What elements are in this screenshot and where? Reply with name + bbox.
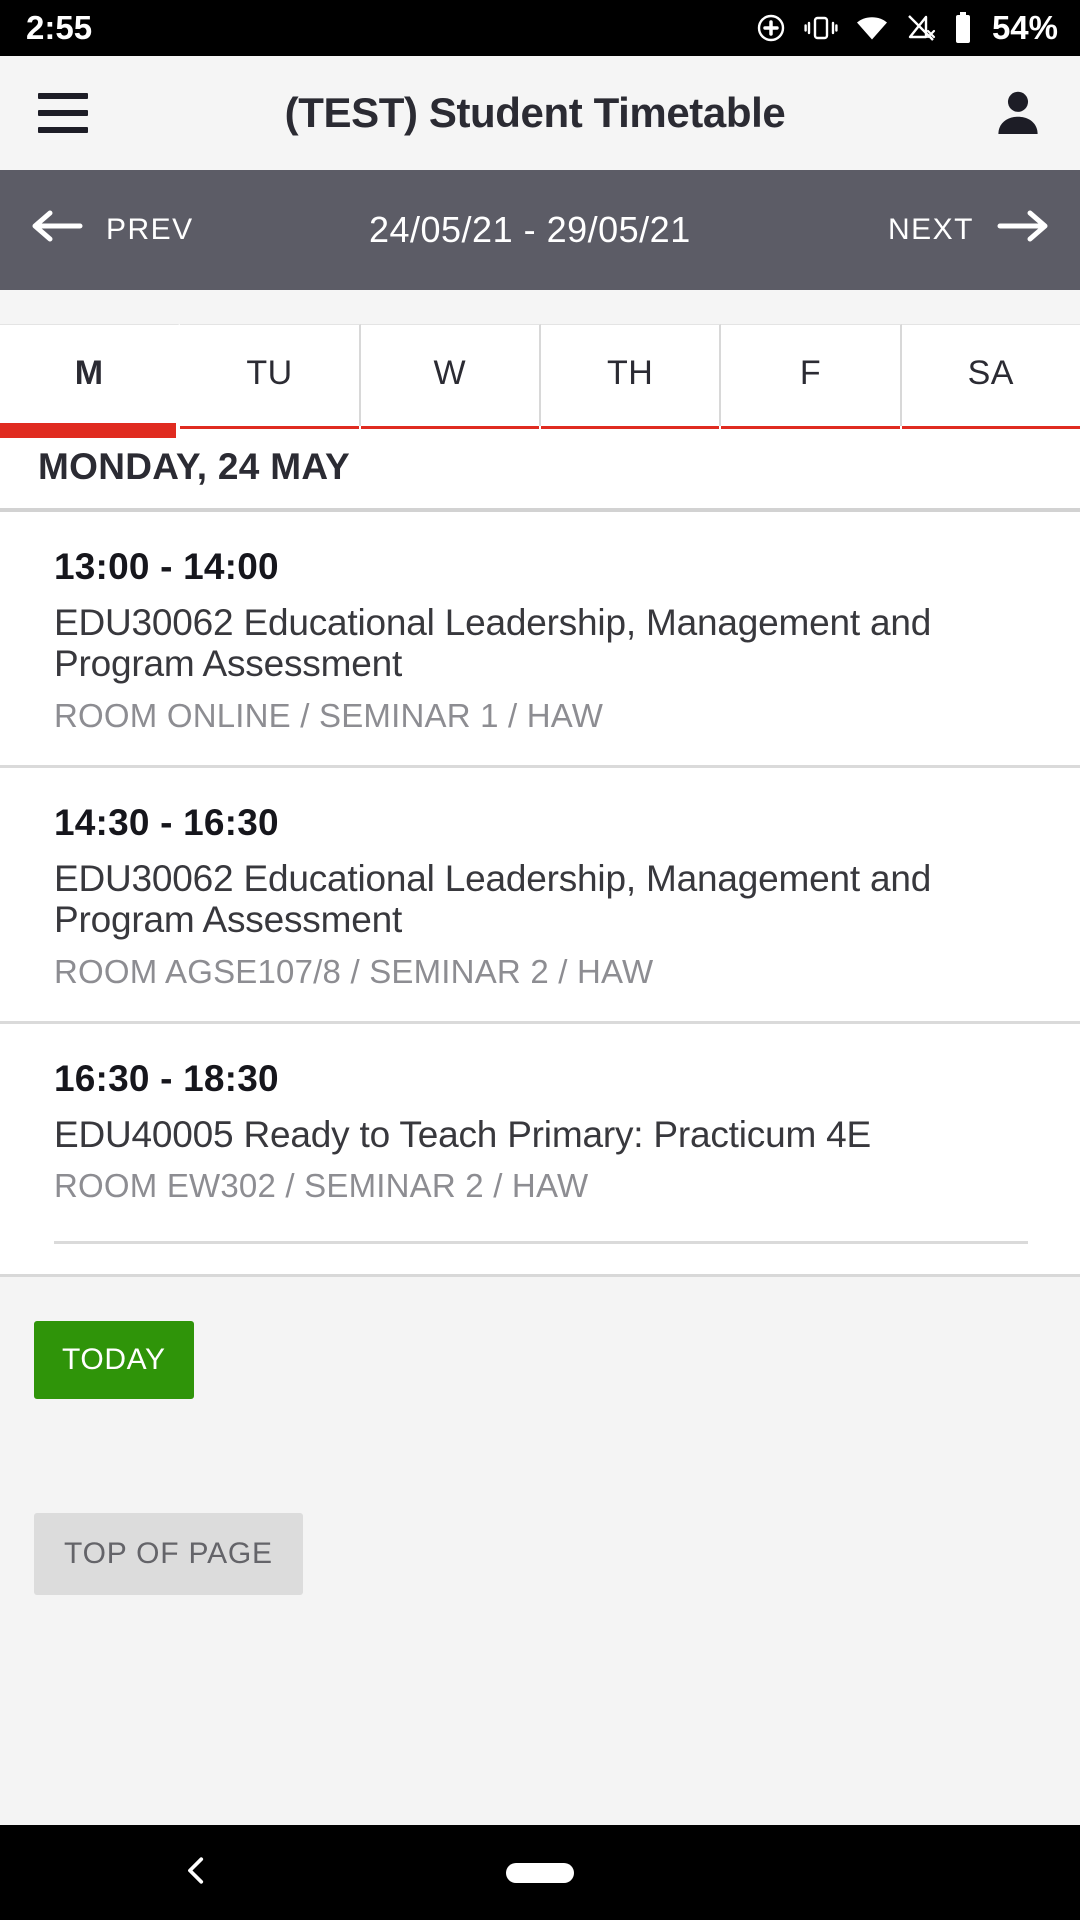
hamburger-menu-icon[interactable] — [38, 93, 88, 133]
footer-actions: TODAY TOP OF PAGE — [0, 1274, 1080, 1825]
battery-percent: 54% — [991, 9, 1058, 46]
day-tab-label: TU — [246, 354, 293, 392]
list-item[interactable]: 13:00 - 14:00 EDU30062 Educational Leade… — [0, 512, 1080, 768]
day-tab-label: TH — [606, 354, 654, 392]
active-tab-indicator — [0, 423, 177, 438]
wifi-icon — [855, 14, 889, 42]
day-tab-monday[interactable]: M — [0, 324, 181, 438]
event-room: ROOM EW302 / SEMINAR 2 / HAW — [54, 1167, 589, 1205]
battery-icon — [953, 11, 973, 45]
tab-indicator — [360, 426, 539, 429]
day-tab-label: F — [799, 354, 822, 392]
day-tab-label: SA — [967, 354, 1014, 392]
event-title: EDU40005 Ready to Teach Primary: Practic… — [54, 1113, 872, 1155]
day-tab-tuesday[interactable]: TU — [180, 324, 361, 429]
event-time: 14:30 - 16:30 — [54, 801, 279, 843]
day-heading: MONDAY, 24 MAY — [0, 426, 1080, 512]
day-tab-thursday[interactable]: TH — [540, 324, 722, 429]
hamburger-line — [38, 93, 88, 99]
week-date-range: 24/05/21 - 29/05/21 — [368, 209, 691, 250]
today-button[interactable]: TODAY — [34, 1321, 194, 1400]
page-title: (TEST) Student Timetable — [284, 89, 786, 136]
next-week-button[interactable]: NEXT — [888, 206, 1050, 254]
vibrate-icon — [804, 13, 838, 43]
home-pill-icon[interactable] — [506, 1862, 574, 1883]
event-room: ROOM ONLINE / SEMINAR 1 / HAW — [54, 696, 604, 734]
tab-indicator — [180, 426, 359, 429]
tab-indicator — [721, 426, 900, 429]
day-tab-saturday[interactable]: SA — [901, 324, 1080, 429]
timetable-event-list: 13:00 - 14:00 EDU30062 Educational Leade… — [0, 512, 1080, 1275]
status-icons: 54% — [755, 9, 1058, 47]
day-tab-label: W — [433, 354, 467, 392]
day-tab-friday[interactable]: F — [721, 324, 902, 429]
week-navigation-bar: PREV 24/05/21 - 29/05/21 NEXT — [0, 170, 1080, 290]
next-week-label: NEXT — [887, 213, 974, 246]
phone-screen: 2:55 54% (TEST) Student Timetable PREV 2… — [0, 0, 1080, 1920]
event-title: EDU30062 Educational Leadership, Managem… — [54, 602, 932, 685]
system-navigation-bar — [0, 1825, 1080, 1920]
day-tab-strip: M TU W TH F SA — [0, 324, 1080, 438]
tab-indicator — [540, 426, 720, 429]
arrow-left-icon — [30, 206, 84, 254]
location-icon — [755, 12, 787, 44]
prev-week-button[interactable]: PREV — [30, 206, 194, 254]
list-item[interactable]: 14:30 - 16:30 EDU30062 Educational Leade… — [0, 768, 1080, 1024]
day-tab-strip-container: M TU W TH F SA — [0, 290, 1080, 438]
tab-indicator — [901, 426, 1080, 429]
event-room: ROOM AGSE107/8 / SEMINAR 2 / HAW — [54, 952, 654, 990]
top-of-page-button[interactable]: TOP OF PAGE — [34, 1513, 303, 1596]
prev-week-label: PREV — [106, 213, 194, 246]
hamburger-line — [38, 110, 88, 116]
status-bar: 2:55 54% — [0, 0, 1080, 56]
event-title: EDU30062 Educational Leadership, Managem… — [54, 857, 932, 941]
status-clock: 2:55 — [26, 9, 93, 46]
chevron-left-icon[interactable] — [180, 1853, 214, 1892]
list-item[interactable]: 16:30 - 18:30 EDU40005 Ready to Teach Pr… — [0, 1024, 1080, 1274]
event-time: 13:00 - 14:00 — [54, 546, 279, 587]
day-tab-label: M — [74, 354, 104, 392]
signal-off-icon — [906, 13, 936, 43]
divider — [54, 1241, 1028, 1245]
person-icon[interactable] — [990, 85, 1046, 141]
event-time: 16:30 - 18:30 — [54, 1057, 279, 1099]
arrow-right-icon — [996, 206, 1050, 254]
hamburger-line — [38, 127, 88, 133]
app-bar: (TEST) Student Timetable — [0, 56, 1080, 170]
day-tab-wednesday[interactable]: W — [360, 324, 541, 429]
